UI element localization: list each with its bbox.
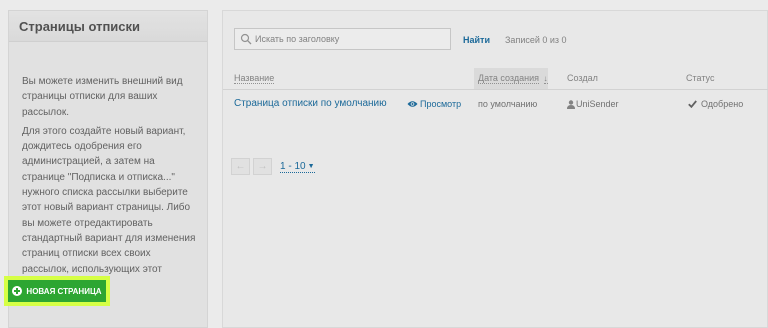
preview-link[interactable]: Просмотр bbox=[407, 99, 461, 109]
new-page-button-label: НОВАЯ СТРАНИЦА bbox=[26, 286, 102, 296]
column-header-date-label: Дата создания bbox=[478, 73, 539, 84]
search-input[interactable] bbox=[255, 34, 445, 44]
column-header-status: Статус bbox=[686, 73, 715, 83]
creation-date: по умолчанию bbox=[478, 99, 538, 109]
sidebar-title: Страницы отписки bbox=[9, 11, 207, 42]
column-header-date[interactable]: Дата создания ↓ bbox=[474, 68, 548, 89]
creator-name: UniSender bbox=[576, 99, 619, 109]
pages-table: Название Дата создания ↓ Создал Статус С… bbox=[223, 68, 768, 118]
status: Одобрено bbox=[688, 99, 743, 109]
preview-label: Просмотр bbox=[420, 99, 462, 109]
column-header-name[interactable]: Название bbox=[234, 73, 275, 84]
search-box[interactable] bbox=[234, 28, 451, 50]
sidebar-paragraph-2: Для этого создайте новый вариант, дождит… bbox=[22, 125, 196, 290]
next-page-button[interactable]: → bbox=[253, 158, 272, 175]
check-icon bbox=[688, 100, 697, 108]
prev-page-button[interactable]: ← bbox=[231, 158, 250, 175]
plus-icon bbox=[12, 286, 23, 296]
table-row: Страница отписки по умолчанию Просмотр п… bbox=[223, 90, 768, 118]
page-name-link[interactable]: Страница отписки по умолчанию bbox=[234, 98, 387, 109]
sort-arrow-down-icon: ↓ bbox=[543, 74, 548, 84]
sidebar-description: Вы можете изменить внешний вид страницы … bbox=[9, 42, 207, 292]
sidebar-paragraph-1: Вы можете изменить внешний вид страницы … bbox=[22, 76, 183, 118]
table-header: Название Дата создания ↓ Создал Статус bbox=[223, 68, 768, 90]
user-icon bbox=[567, 99, 575, 109]
column-header-creator: Создал bbox=[567, 73, 598, 83]
search-icon bbox=[240, 33, 252, 45]
records-count: Записей 0 из 0 bbox=[505, 35, 567, 45]
find-button[interactable]: Найти bbox=[463, 35, 490, 45]
eye-icon bbox=[407, 101, 418, 107]
page-range-label: 1 - 10 bbox=[280, 160, 306, 172]
new-page-button[interactable]: НОВАЯ СТРАНИЦА bbox=[4, 276, 110, 306]
arrow-right-icon: → bbox=[257, 161, 268, 172]
pagination: ← → 1 - 10 ▼ bbox=[231, 158, 315, 175]
page-size-select[interactable]: 1 - 10 ▼ bbox=[280, 161, 315, 173]
status-label: Одобрено bbox=[701, 99, 744, 109]
main-panel: Найти Записей 0 из 0 Название Дата созда… bbox=[222, 10, 768, 328]
arrow-left-icon: ← bbox=[235, 161, 246, 172]
creator: UniSender bbox=[567, 99, 619, 109]
caret-down-icon: ▼ bbox=[307, 162, 315, 170]
